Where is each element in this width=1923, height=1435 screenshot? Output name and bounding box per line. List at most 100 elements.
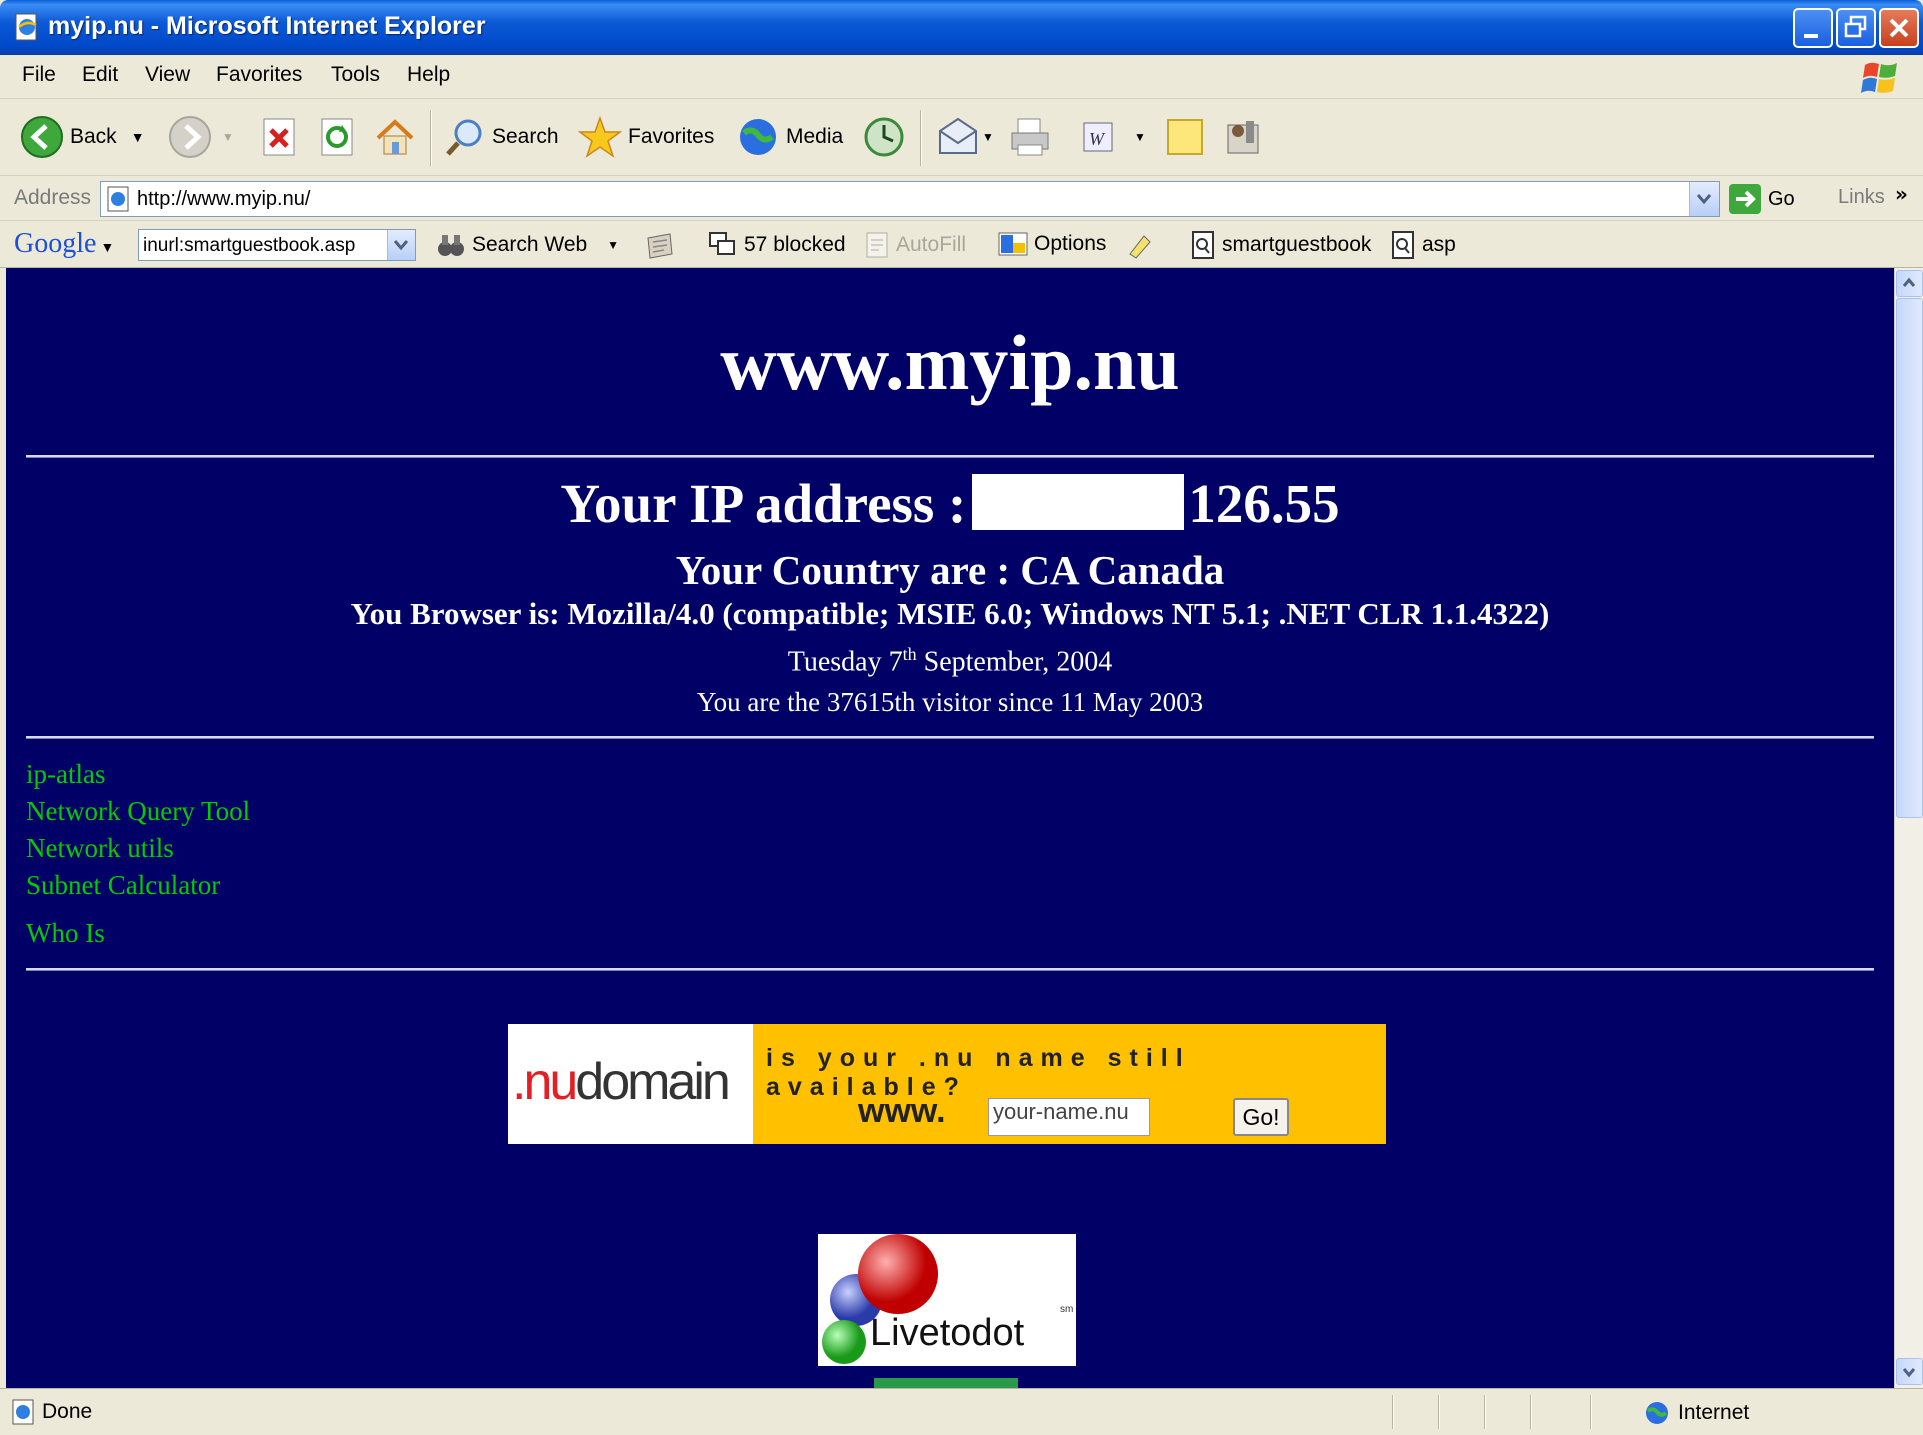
media-button[interactable]: Media [736,112,843,162]
print-button[interactable] [1008,112,1052,162]
links-label[interactable]: Links [1838,186,1885,209]
history-clock-icon [864,117,904,157]
history-button[interactable] [862,112,906,162]
news-button[interactable] [644,230,676,260]
go-label: Go [1768,187,1795,210]
window-title: myip.nu - Microsoft Internet Explorer [48,12,486,40]
link-network-query-tool[interactable]: Network Query Tool [26,796,250,827]
restore-button[interactable] [1836,8,1876,48]
favorites-button[interactable]: Favorites [578,112,714,162]
mail-button[interactable]: ▼ [936,112,994,162]
autofill-button[interactable]: AutoFill [864,230,966,260]
links-chevron-icon[interactable]: » [1895,182,1908,206]
ip-visible-suffix: 126.55 [1188,473,1340,534]
status-divider [1392,1395,1394,1429]
back-button[interactable]: Back ▼ [20,112,145,162]
google-query-text: inurl:smartguestbook.asp [143,235,356,256]
link-ip-atlas[interactable]: ip-atlas [26,759,105,790]
blocked-count-label: 57 blocked [744,233,846,256]
horizontal-rule [26,968,1874,971]
date-suffix: September, 2004 [916,646,1113,678]
menu-edit[interactable]: Edit [82,63,118,87]
mail-dropdown-icon[interactable]: ▼ [982,130,994,144]
menu-favorites[interactable]: Favorites [216,63,302,87]
edit-button[interactable]: W ▼ [1080,112,1146,162]
search-web-dropdown-icon[interactable]: ▼ [607,238,619,252]
google-search-input[interactable]: inurl:smartguestbook.asp [138,229,416,261]
search-term-icon [1392,231,1414,259]
scroll-up-button[interactable] [1896,270,1923,297]
redaction-box [972,474,1185,530]
search-web-button[interactable]: Search Web ▼ [436,230,619,260]
back-dropdown-icon[interactable]: ▼ [131,129,145,145]
ie-page-icon [107,186,129,212]
status-divider [1484,1395,1486,1429]
media-label: Media [786,125,844,148]
forward-dropdown-icon[interactable]: ▼ [222,130,234,144]
google-logo[interactable]: Google ▼ [14,228,114,260]
refresh-button[interactable] [318,112,356,162]
search-button[interactable]: Search [444,112,559,162]
media-globe-icon [740,119,776,155]
link-who-is[interactable]: Who Is [26,918,105,949]
security-zone: Internet [1644,1400,1749,1426]
home-icon [376,119,414,155]
title-bar[interactable]: myip.nu - Microsoft Internet Explorer [0,0,1923,55]
scroll-down-button[interactable] [1896,1358,1923,1385]
toolbar-separator [920,110,922,166]
nudomain-banner[interactable]: .nudomain is your .nu name still availab… [508,1024,1386,1144]
link-network-utils[interactable]: Network utils [26,833,174,864]
google-query-dropdown[interactable] [387,230,415,260]
options-label: Options [1034,232,1107,255]
chevron-up-icon [1902,277,1916,287]
svg-text:W: W [1089,129,1106,149]
research-icon [1227,121,1259,154]
logo-nu-text: .nu [512,1053,578,1111]
scroll-thumb[interactable] [1896,298,1923,818]
menu-view[interactable]: View [145,63,190,87]
address-field[interactable]: http://www.myip.nu/ [100,181,1720,217]
stop-icon [263,118,295,156]
domain-name-input[interactable]: your-name.nu [988,1098,1150,1136]
options-button[interactable]: Options [998,230,1106,258]
menu-tools[interactable]: Tools [331,63,380,87]
messenger-button[interactable] [1222,112,1266,162]
search-term-asp[interactable]: asp [1390,230,1456,260]
livetodot-logo[interactable]: Livetodot sm [818,1234,1076,1366]
search-term-icon [1192,231,1214,259]
link-subnet-calculator[interactable]: Subnet Calculator [26,870,220,901]
chevron-down-icon [1696,194,1712,205]
status-divider [1590,1395,1592,1429]
search-term-2-label: asp [1422,233,1456,256]
menu-file[interactable]: File [22,63,56,87]
go-button[interactable]: Go [1728,183,1795,215]
search-icon [446,119,482,156]
zone-label: Internet [1678,1401,1750,1424]
stop-button[interactable] [260,112,298,162]
banner-go-button[interactable]: Go! [1233,1098,1289,1136]
site-title: www.myip.nu [720,319,1180,406]
home-button[interactable] [374,112,416,162]
ie-page-icon [15,13,37,41]
browser-window: myip.nu - Microsoft Internet Explorer Fi… [0,0,1923,1435]
search-term-smartguestbook[interactable]: smartguestbook [1190,230,1371,260]
popup-blocker-button[interactable]: 57 blocked [708,230,846,260]
edit-dropdown-icon[interactable]: ▼ [1134,130,1146,144]
menu-help[interactable]: Help [407,63,450,87]
forward-button[interactable]: ▼ [168,112,234,162]
close-button[interactable] [1879,8,1919,48]
search-web-label: Search Web [472,233,588,256]
search-label: Search [492,125,559,148]
discuss-button[interactable] [1164,112,1206,162]
date-ordinal: th [902,644,917,664]
livetodot-text: Livetodot [870,1312,1025,1354]
favorites-label: Favorites [628,125,715,148]
back-label: Back [70,125,117,148]
address-dropdown-button[interactable] [1689,182,1719,216]
vertical-scrollbar[interactable] [1894,268,1923,1388]
banner-www-label: www. [858,1092,946,1130]
sticky-note-icon [1167,119,1203,155]
highlight-button[interactable] [1124,230,1154,260]
minimize-button[interactable] [1793,8,1833,48]
browser-line: You Browser is: Mozilla/4.0 (compatible;… [350,596,1550,631]
